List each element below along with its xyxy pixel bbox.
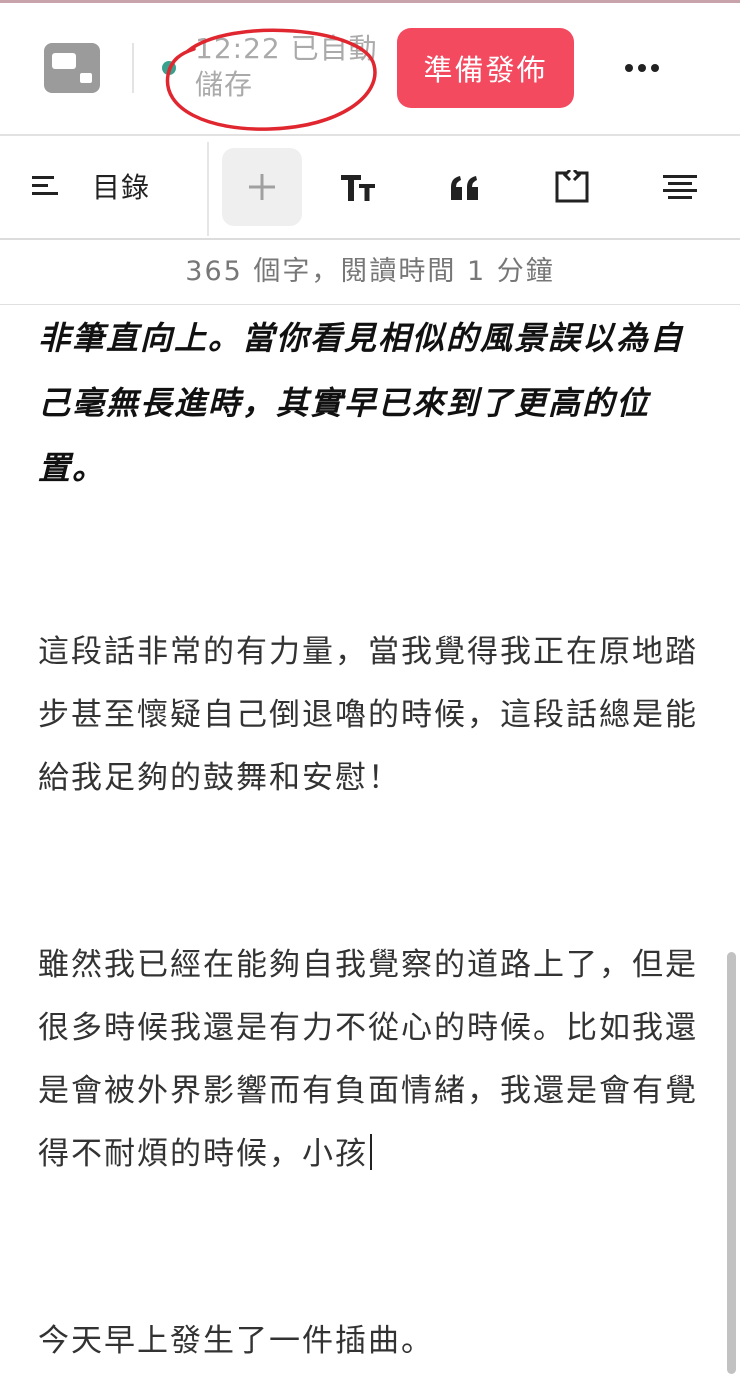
paragraph[interactable]: 這段話非常的有力量，當我覺得我正在原地踏步甚至懷疑自己倒退嚕的時候，這段話總是能…: [38, 621, 703, 810]
autosave-label: 儲存: [195, 68, 254, 101]
add-icon: [249, 174, 275, 200]
text-size-icon: [341, 175, 375, 201]
code-block-icon: [555, 170, 589, 203]
paragraph-active[interactable]: 雖然我已經在能夠自我覺察的道路上了，但是很多時候我還是有力不從心的時候。比如我還…: [38, 934, 703, 1186]
text-cursor: [370, 1134, 372, 1170]
more-options-icon[interactable]: [612, 48, 672, 88]
add-block-button[interactable]: [222, 148, 302, 226]
align-center-icon: [663, 175, 697, 199]
align-button[interactable]: [640, 148, 720, 226]
editor-header: 12:22 已自動 儲存 準備發佈: [0, 3, 740, 136]
app-logo-icon[interactable]: [44, 43, 100, 93]
paragraph-text: 雖然我已經在能夠自我覺察的道路上了，但是很多時候我還是有力不從心的時候。比如我還…: [38, 947, 698, 1172]
word-count-status: 365 個字，閱讀時間 1 分鐘: [0, 240, 740, 305]
header-divider: [132, 43, 134, 93]
toc-list-icon: [32, 176, 58, 195]
code-block-button[interactable]: [532, 148, 612, 226]
autosave-time: 12:22 已自動: [195, 32, 378, 65]
text-size-button[interactable]: [318, 148, 398, 226]
toc-label: 目錄: [92, 171, 151, 204]
autosave-status-dot: [162, 61, 176, 75]
quote-button[interactable]: [425, 148, 505, 226]
scrollbar-thumb[interactable]: [727, 952, 736, 1374]
quote-icon: [451, 176, 478, 200]
quote-text[interactable]: 非筆直向上。當你看見相似的風景誤以為自己毫無長進時，其實早已來到了更高的位置。: [38, 306, 703, 501]
formatting-toolbar: 目錄: [0, 136, 740, 240]
paragraph[interactable]: 今天早上發生了一件插曲。: [38, 1310, 703, 1373]
toolbar-divider: [207, 142, 209, 236]
prepare-publish-button[interactable]: 準備發佈: [397, 28, 574, 108]
toc-button[interactable]: 目錄: [32, 166, 150, 206]
